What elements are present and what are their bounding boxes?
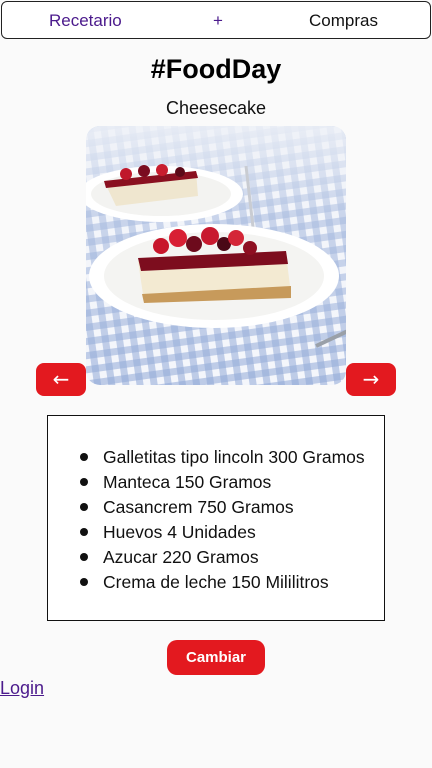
change-button[interactable]: Cambiar bbox=[167, 640, 265, 675]
list-item: Manteca 150 Gramos bbox=[48, 470, 384, 495]
list-item: Galletitas tipo lincoln 300 Gramos bbox=[48, 445, 384, 470]
ingredients-box: Galletitas tipo lincoln 300 Gramos Mante… bbox=[47, 415, 385, 621]
login-link[interactable]: Login bbox=[0, 678, 44, 699]
list-item: Azucar 220 Gramos bbox=[48, 545, 384, 570]
list-item: Casancrem 750 Gramos bbox=[48, 495, 384, 520]
nav-recetario-link[interactable]: Recetario bbox=[49, 2, 122, 40]
ingredients-list: Galletitas tipo lincoln 300 Gramos Mante… bbox=[48, 445, 384, 595]
page-title: #FoodDay bbox=[150, 54, 282, 84]
list-item: Crema de leche 150 Mililitros bbox=[48, 570, 384, 595]
nav-add-link[interactable]: + bbox=[213, 2, 223, 40]
recipe-name: Cheesecake bbox=[165, 98, 267, 118]
list-item: Huevos 4 Unidades bbox=[48, 520, 384, 545]
nav-compras-link[interactable]: Compras bbox=[309, 2, 378, 40]
previous-recipe-button[interactable]: ← bbox=[36, 363, 86, 396]
recipe-photo bbox=[86, 126, 346, 385]
next-recipe-button[interactable]: → bbox=[346, 363, 396, 396]
top-nav-bar: Recetario + Compras bbox=[1, 1, 431, 39]
